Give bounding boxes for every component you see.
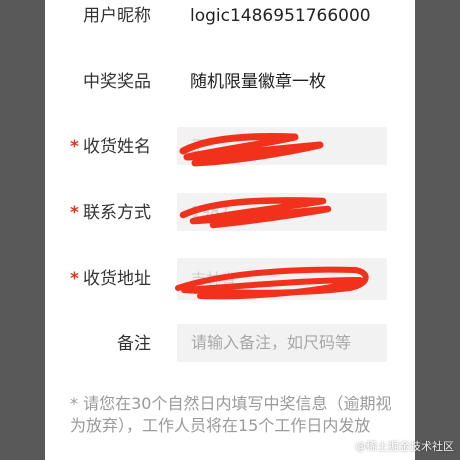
prize-value: 随机限量徽章一枚 <box>190 72 326 92</box>
nickname-label: 用户昵称 <box>83 6 151 26</box>
receiver-name-input[interactable]: 王 <box>177 127 387 165</box>
remark-placeholder: 请输入备注，如尺码等 <box>191 333 352 352</box>
receiver-name-label: 收货姓名 <box>83 137 151 157</box>
contact-label: 联系方式 <box>83 203 151 223</box>
required-mark: * <box>70 203 79 223</box>
watermark-text: @稀土掘金技术社区 <box>355 440 454 453</box>
receiver-name-value: 王 <box>191 137 207 155</box>
watermark: @稀土掘金技术社区 <box>355 438 454 454</box>
prize-label: 中奖奖品 <box>83 72 151 92</box>
screen: 用户昵称 logic1486951766000 中奖奖品 随机限量徽章一枚 * … <box>0 0 460 460</box>
address-label: 收货地址 <box>83 269 151 289</box>
contact-value: 1987 <box>191 203 230 221</box>
remark-input[interactable]: 请输入备注，如尺码等 <box>177 324 387 362</box>
prize-info-form: 用户昵称 logic1486951766000 中奖奖品 随机限量徽章一枚 * … <box>45 0 415 460</box>
dimmed-backdrop-right <box>415 0 460 460</box>
address-value: 吉林省 <box>191 270 237 288</box>
required-mark: * <box>70 269 79 289</box>
nickname-value: logic1486951766000 <box>190 6 371 26</box>
remark-label: 备注 <box>117 334 151 354</box>
deadline-notice: * 请您在30个自然日内填写中奖信息（逾期视为放弃），工作人员将在15个工作日内… <box>70 394 392 435</box>
contact-input[interactable]: 1987 <box>177 193 387 231</box>
dimmed-backdrop-left <box>0 0 45 460</box>
address-input[interactable]: 吉林省 <box>177 258 387 300</box>
required-mark: * <box>70 137 79 157</box>
